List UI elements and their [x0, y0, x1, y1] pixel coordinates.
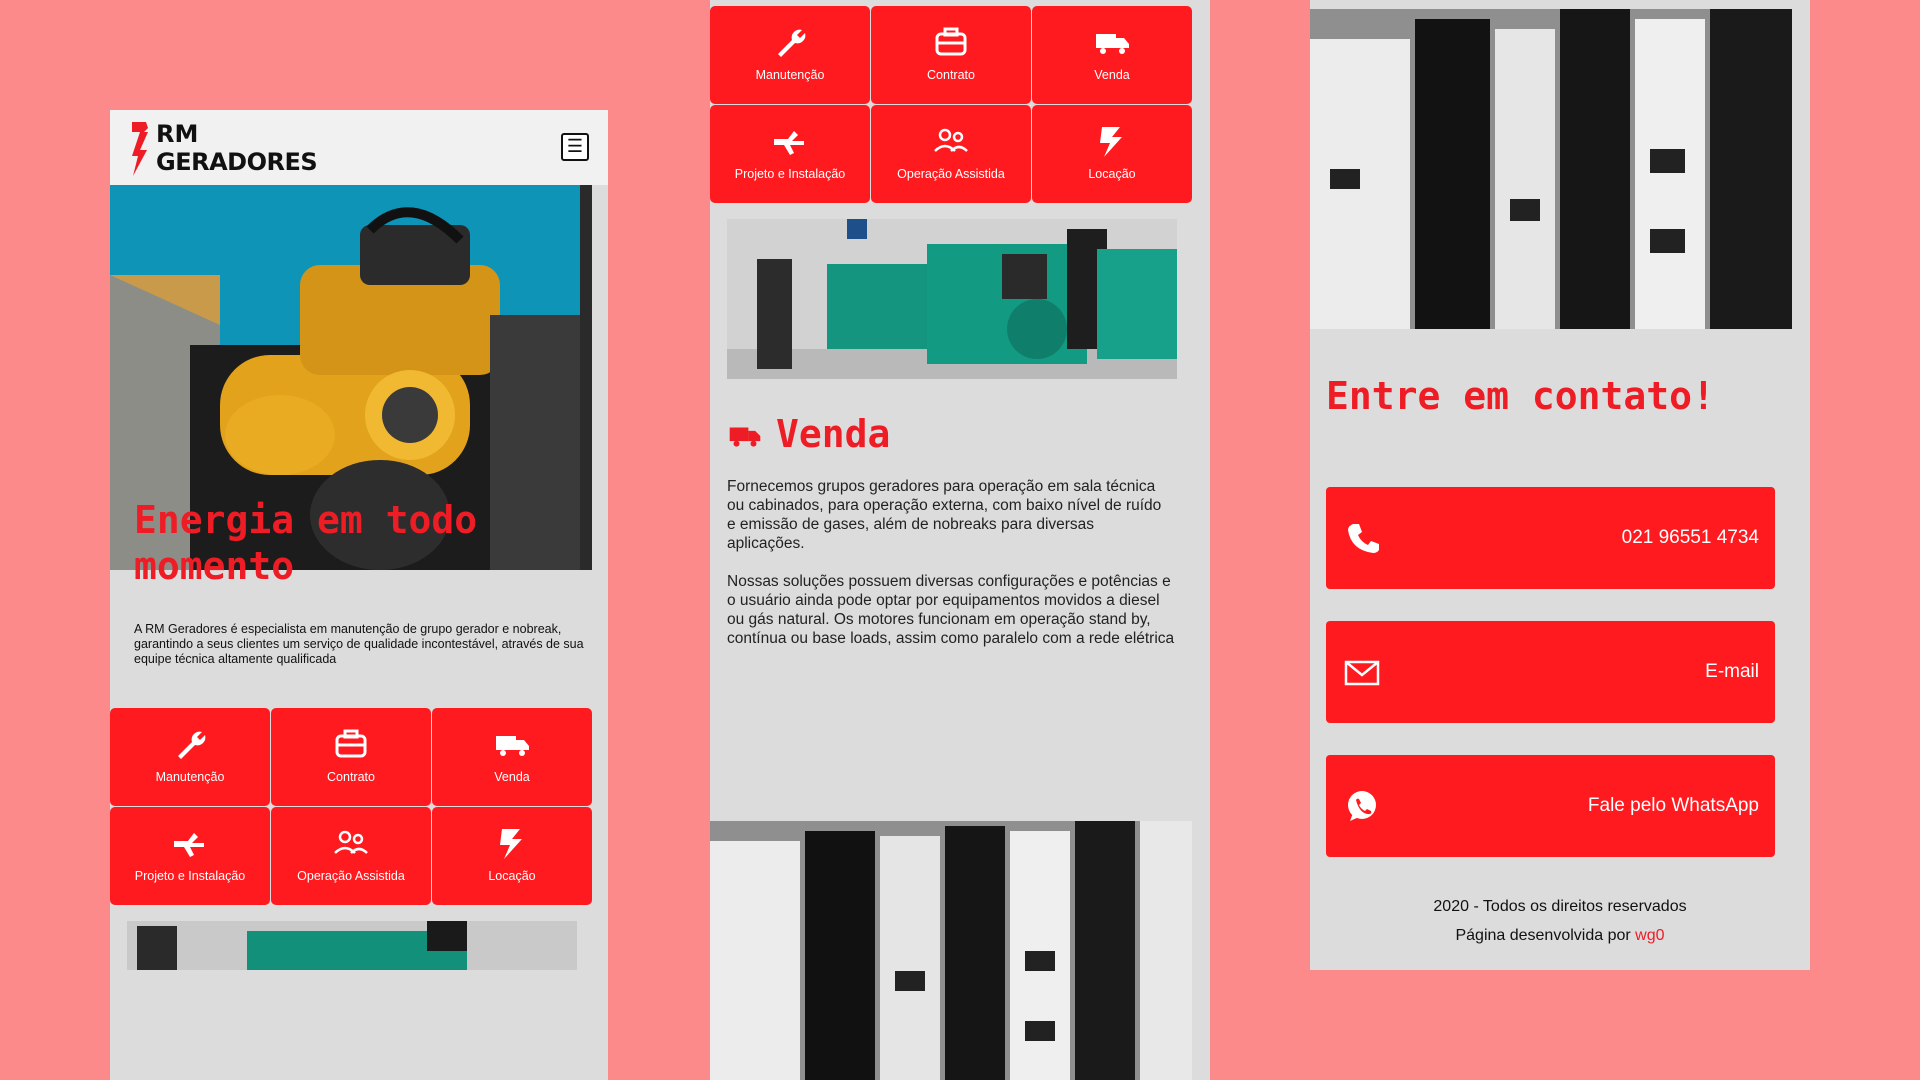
workers-icon — [934, 128, 968, 152]
email-button[interactable]: E-mail — [1326, 621, 1775, 723]
wrench-icon — [778, 29, 806, 57]
services-grid-top: Manutenção Contrato Venda Projeto e Inst… — [710, 6, 1192, 203]
footer: 2020 - Todos os direitos reservados Pági… — [1310, 892, 1810, 950]
service-locacao[interactable]: Locação — [432, 807, 592, 905]
envelope-icon — [1344, 660, 1380, 686]
truck-icon — [1096, 34, 1129, 54]
generator-rows-image — [710, 821, 1192, 1080]
venda-paragraph-2: Nossas soluções possuem diversas configu… — [727, 573, 1175, 647]
installation-icon — [174, 833, 204, 857]
generator-room-image-partial — [127, 921, 577, 970]
service-locacao[interactable]: Locação — [1032, 105, 1192, 203]
venda-paragraph-1: Fornecemos grupos geradores para operaçã… — [727, 478, 1162, 552]
developer-link[interactable]: wg0 — [1635, 927, 1664, 944]
whatsapp-icon — [1348, 791, 1376, 821]
toolbox-icon — [335, 729, 367, 758]
service-projeto-instalacao[interactable]: Projeto e Instalação — [110, 807, 270, 905]
service-venda[interactable]: Venda — [1032, 6, 1192, 104]
services-grid: Manutenção Contrato Venda Projeto e Inst… — [110, 708, 592, 905]
hero-title: Energia em todo momento — [134, 498, 478, 588]
lightning-icon — [1100, 127, 1122, 157]
phone-number: 021 96551 4734 — [1621, 527, 1759, 548]
service-contrato[interactable]: Contrato — [871, 6, 1031, 104]
phone-icon — [1348, 524, 1379, 553]
mobile-contact-screen: Entre em contato! 021 96551 4734 E-mail … — [1310, 0, 1810, 970]
logo-line-1: RM — [156, 120, 199, 148]
logo-line-2: GERADORES — [156, 148, 318, 176]
service-contrato[interactable]: Contrato — [271, 708, 431, 806]
hero-description: A RM Geradores é especialista em manuten… — [134, 622, 584, 666]
toolbox-icon — [935, 27, 967, 56]
developer-credit: Página desenvolvida por wg0 — [1455, 927, 1665, 944]
wrench-icon — [178, 731, 206, 759]
copyright-text: 2020 - Todos os direitos reservados — [1433, 898, 1687, 915]
site-header: RM GERADORES ☰ — [110, 110, 608, 185]
hamburger-icon: ☰ — [566, 136, 584, 156]
email-label: E-mail — [1705, 661, 1759, 682]
service-operacao-assistida[interactable]: Operação Assistida — [271, 807, 431, 905]
service-venda[interactable]: Venda — [432, 708, 592, 806]
logo[interactable]: RM GERADORES — [126, 120, 318, 180]
workers-icon — [334, 830, 368, 854]
generator-rows-image — [1310, 9, 1792, 329]
hamburger-menu-button[interactable]: ☰ — [561, 133, 589, 161]
truck-icon — [496, 736, 529, 756]
contact-title: Entre em contato! — [1326, 374, 1715, 418]
installation-icon — [774, 131, 804, 155]
phone-button[interactable]: 021 96551 4734 — [1326, 487, 1775, 589]
venda-title: Venda — [776, 412, 891, 456]
service-manutencao[interactable]: Manutenção — [110, 708, 270, 806]
whatsapp-label: Fale pelo WhatsApp — [1587, 795, 1759, 816]
service-operacao-assistida[interactable]: Operação Assistida — [871, 105, 1031, 203]
service-projeto-instalacao[interactable]: Projeto e Instalação — [710, 105, 870, 203]
generator-room-image — [727, 219, 1177, 379]
fist-lightning-icon — [132, 122, 148, 176]
service-manutencao[interactable]: Manutenção — [710, 6, 870, 104]
whatsapp-button[interactable]: Fale pelo WhatsApp — [1326, 755, 1775, 857]
truck-icon — [729, 427, 761, 447]
mobile-venda-screen: Manutenção Contrato Venda Projeto e Inst… — [710, 0, 1210, 1080]
lightning-icon — [500, 829, 522, 859]
mobile-home-screen: RM GERADORES ☰ Energia em todo momento A… — [110, 110, 608, 1080]
